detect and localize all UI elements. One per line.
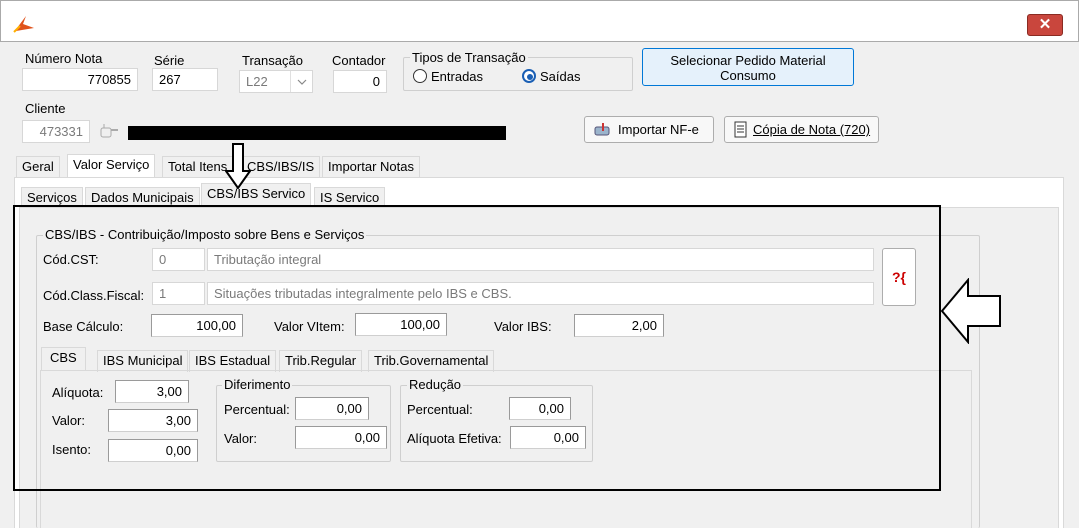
importar-nfe-button[interactable]: Importar NF-e <box>584 116 714 143</box>
saidas-radio[interactable] <box>522 69 536 83</box>
cliente-field[interactable]: 473331 <box>22 120 90 143</box>
entradas-radio[interactable] <box>413 69 427 83</box>
close-button[interactable]: ✕ <box>1027 14 1063 36</box>
entradas-label: Entradas <box>431 69 484 84</box>
transacao-value: L22 <box>246 74 268 89</box>
app-logo-icon <box>12 12 38 34</box>
annotation-down-arrow-icon <box>224 143 252 190</box>
serie-field[interactable]: 267 <box>152 68 218 91</box>
tab-valor-servico[interactable]: Valor Serviço <box>67 154 156 178</box>
redacted-cliente-name <box>128 126 506 140</box>
tab-importar-notas[interactable]: Importar Notas <box>322 156 420 178</box>
tab-geral[interactable]: Geral <box>16 156 60 178</box>
importar-nfe-label: Importar NF-e <box>618 122 699 137</box>
copia-nota-button[interactable]: Cópia de Nota (720) <box>724 116 879 143</box>
import-icon <box>593 122 613 138</box>
tab-cbs-ibs-servico[interactable]: CBS/IBS Servico <box>201 183 312 207</box>
copia-nota-label: Cópia de Nota (720) <box>753 122 871 137</box>
numero-nota-field[interactable]: 770855 <box>22 68 138 91</box>
contador-label: Contador <box>332 53 386 68</box>
pointing-hand-icon[interactable] <box>99 122 121 140</box>
tab-total-itens[interactable]: Total Itens <box>162 156 234 178</box>
transacao-select[interactable]: L22 <box>239 70 313 93</box>
transacao-label: Transação <box>242 53 303 68</box>
cliente-label: Cliente <box>25 101 66 116</box>
title-bar <box>0 0 1079 42</box>
tipos-transacao-label: Tipos de Transação <box>410 50 528 65</box>
select-pedido-button[interactable]: Selecionar Pedido Material Consumo <box>642 48 854 86</box>
annotation-highlight-box <box>13 205 941 491</box>
tab-cbs-ibs-is[interactable]: CBS/IBS/IS <box>241 156 321 178</box>
numero-nota-label: Número Nota <box>25 51 103 66</box>
saidas-label: Saídas <box>540 69 581 84</box>
serie-label: Série <box>154 53 185 68</box>
annotation-left-arrow-icon <box>940 277 1004 345</box>
chevron-down-icon[interactable] <box>290 71 312 92</box>
document-icon <box>733 121 749 139</box>
contador-field[interactable]: 0 <box>333 70 387 93</box>
